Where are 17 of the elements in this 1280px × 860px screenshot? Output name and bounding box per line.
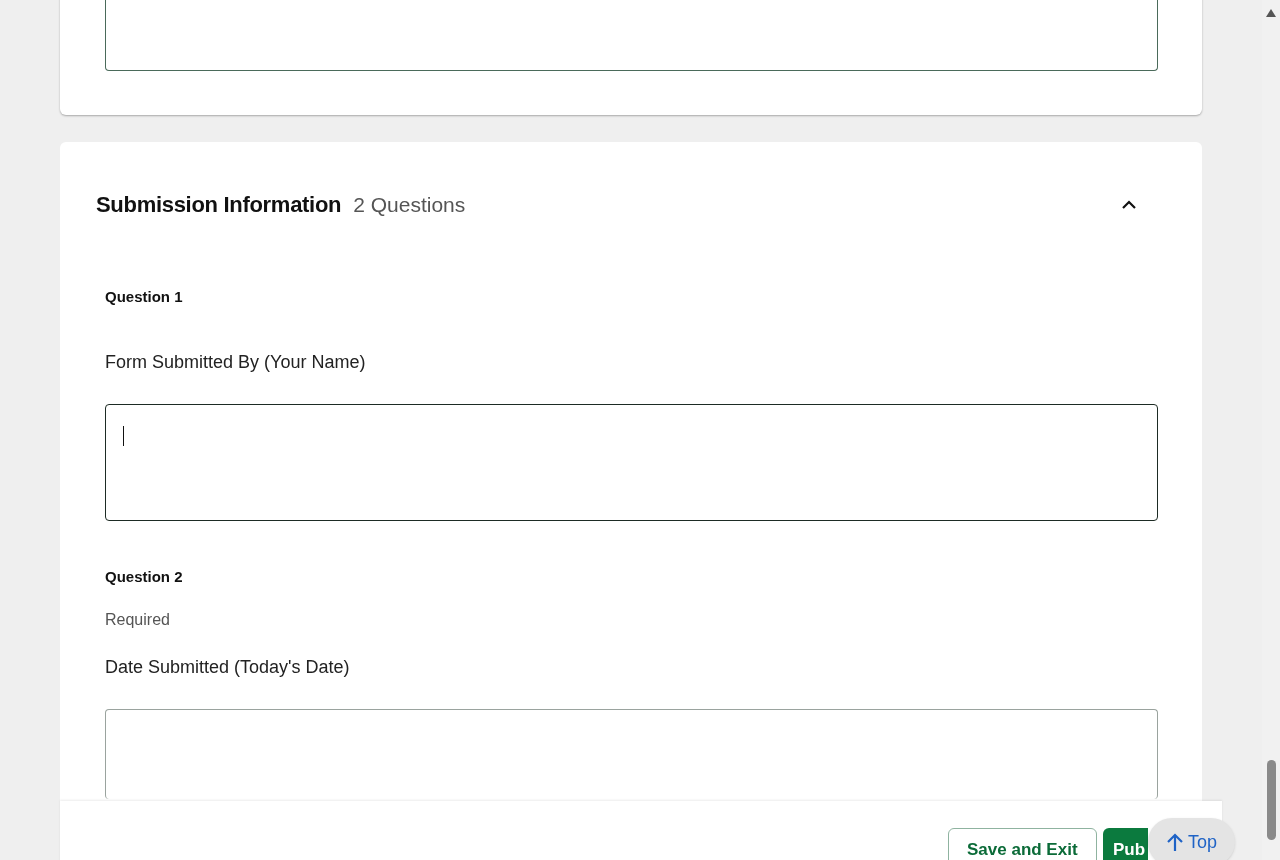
required-note: Required [105,610,171,630]
scrollbar-thumb[interactable] [1267,760,1276,840]
question-number: Question 2 [105,566,184,587]
publish-button[interactable]: Pub [1103,828,1148,860]
scroll-up-icon[interactable] [1266,9,1276,17]
back-to-top-button[interactable]: Top [1148,818,1236,860]
answer-box[interactable] [105,403,1158,521]
save-and-exit-button[interactable]: Save and Exit [948,828,1097,860]
question-number: Question 1 [105,287,184,307]
answer-box[interactable] [105,709,1158,799]
text-area[interactable] [105,0,1158,71]
question-label: Date Submitted (Today's Date) [105,656,351,679]
question-label: Form Submitted By (Your Name) [105,350,367,374]
section-title: Submission Information [96,191,342,219]
question-count: 2 Questions [353,192,466,218]
arrow-up-icon [1166,832,1184,852]
chevron-up-icon[interactable] [1122,199,1136,210]
